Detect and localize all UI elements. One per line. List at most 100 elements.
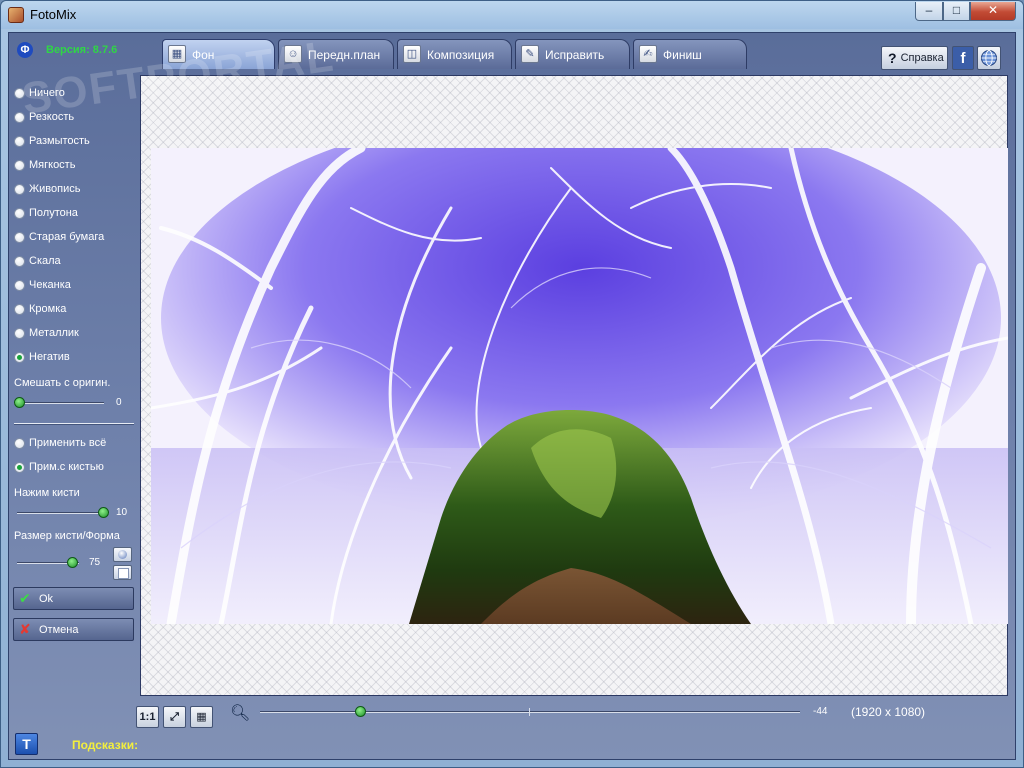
radio-selected-icon xyxy=(14,461,25,473)
effect-radio-rock[interactable]: Скала xyxy=(14,253,61,269)
brush-pressure-slider[interactable] xyxy=(17,507,109,519)
client-area: Φ Версия: 8.7.6 Ничего Резкость Размытос… xyxy=(8,31,1016,760)
text-icon: T xyxy=(22,736,31,752)
title-bar[interactable]: FotoMix – □ ✕ xyxy=(1,1,1023,29)
effect-label: Резкость xyxy=(29,111,75,123)
radio-icon xyxy=(14,87,25,99)
tab-label: Передн.план xyxy=(308,47,381,62)
effect-radio-old-paper[interactable]: Старая бумага xyxy=(14,229,104,245)
slider-thumb[interactable] xyxy=(98,507,109,518)
effect-radio-metallic[interactable]: Металлик xyxy=(14,325,79,341)
fotomix-logo-icon: Φ xyxy=(17,42,33,58)
effect-radio-soften[interactable]: Мягкость xyxy=(14,157,75,173)
help-button[interactable]: ? Справка xyxy=(881,46,948,70)
cancel-label: Отмена xyxy=(39,623,79,636)
effect-label: Металлик xyxy=(29,327,79,339)
tab-foreground[interactable]: ☺ Передн.план xyxy=(278,39,394,69)
effect-label: Размытость xyxy=(29,135,90,147)
fit-to-window-button[interactable]: ⤢ xyxy=(163,706,186,728)
brush-shape-square-button[interactable] xyxy=(113,565,132,580)
zoom-value: -44 xyxy=(813,706,828,717)
cross-icon: ✘ xyxy=(19,621,31,637)
slider-thumb[interactable] xyxy=(14,397,25,408)
brush-icon: ✎ xyxy=(521,45,539,63)
radio-icon xyxy=(14,111,25,123)
effect-label: Кромка xyxy=(29,303,67,315)
background-image-icon: ▦ xyxy=(168,45,186,63)
radio-icon xyxy=(14,279,25,291)
blend-slider[interactable] xyxy=(14,397,104,409)
apply-all-radio[interactable]: Применить всё xyxy=(14,435,106,451)
tab-composition[interactable]: ◫ Композиция xyxy=(397,39,512,69)
radio-icon xyxy=(14,437,25,449)
effect-radio-negative[interactable]: Негатив xyxy=(14,349,70,365)
slider-thumb[interactable] xyxy=(355,706,366,717)
magnifier-icon: 🔍︎ xyxy=(230,705,251,722)
apply-mode-label: Применить всё xyxy=(29,437,107,449)
question-mark-icon: ? xyxy=(888,50,897,66)
radio-icon xyxy=(14,183,25,195)
radio-icon xyxy=(14,255,25,267)
effect-radio-sharpen[interactable]: Резкость xyxy=(14,109,74,125)
image-dimensions: (1920 x 1080) xyxy=(851,705,926,719)
radio-selected-icon xyxy=(14,351,25,363)
website-button[interactable] xyxy=(977,46,1001,70)
zoom-slider[interactable] xyxy=(260,706,800,718)
brush-pressure-label: Нажим кисти xyxy=(14,487,80,499)
effect-radio-halftone[interactable]: Полутона xyxy=(14,205,78,221)
facebook-icon: f xyxy=(960,49,966,67)
effect-radio-blur[interactable]: Размытость xyxy=(14,133,90,149)
image-canvas[interactable] xyxy=(140,75,1008,696)
effect-label: Ничего xyxy=(29,87,65,99)
brush-shape-circle-button[interactable] xyxy=(113,547,132,562)
cancel-button[interactable]: ✘ Отмена xyxy=(13,618,134,641)
slider-thumb[interactable] xyxy=(67,557,78,568)
radio-icon xyxy=(14,159,25,171)
panel-divider xyxy=(14,423,134,425)
window-title: FotoMix xyxy=(30,7,77,22)
slider-track xyxy=(260,711,800,713)
globe-icon xyxy=(981,50,997,66)
effect-label: Негатив xyxy=(29,351,70,363)
radio-icon xyxy=(14,231,25,243)
apply-brush-radio[interactable]: Прим.с кистью xyxy=(14,459,104,475)
close-button[interactable]: ✕ xyxy=(970,2,1016,21)
ok-button[interactable]: ✔ Ok xyxy=(13,587,134,610)
grid-icon: ▦ xyxy=(196,711,207,723)
composition-icon: ◫ xyxy=(403,45,421,63)
brush-size-slider[interactable] xyxy=(17,557,79,569)
help-label: Справка xyxy=(900,52,944,64)
grid-toggle-button[interactable]: ▦ xyxy=(190,706,213,728)
finish-edit-icon: ✍ xyxy=(639,45,657,63)
tab-fix[interactable]: ✎ Исправить xyxy=(515,39,630,69)
tab-label: Финиш xyxy=(663,47,702,62)
slider-track xyxy=(14,402,104,404)
tab-label: Фон xyxy=(192,47,215,62)
app-window: FotoMix – □ ✕ Φ Версия: 8.7.6 Ничего Рез… xyxy=(0,0,1024,768)
effect-radio-emboss[interactable]: Чеканка xyxy=(14,277,71,293)
radio-icon xyxy=(14,303,25,315)
tab-finish[interactable]: ✍ Финиш xyxy=(633,39,747,69)
text-hints-button[interactable]: T xyxy=(15,733,38,755)
tab-background[interactable]: ▦ Фон xyxy=(162,39,275,69)
effect-label: Старая бумага xyxy=(29,231,105,243)
effect-label: Полутона xyxy=(29,207,78,219)
actual-size-button[interactable]: 1:1 xyxy=(136,706,159,728)
brush-size-label: Размер кисти/Форма xyxy=(14,530,120,542)
effect-label: Живопись xyxy=(29,183,81,195)
effect-radio-edge[interactable]: Кромка xyxy=(14,301,66,317)
minimize-button[interactable]: – xyxy=(915,2,943,21)
tab-label: Композиция xyxy=(427,47,495,62)
effect-radio-none[interactable]: Ничего xyxy=(14,85,65,101)
working-photo[interactable] xyxy=(151,148,1008,624)
apply-mode-label: Прим.с кистью xyxy=(29,461,104,473)
ok-label: Ok xyxy=(39,592,54,605)
radio-icon xyxy=(14,207,25,219)
facebook-button[interactable]: f xyxy=(952,46,974,70)
tab-label: Исправить xyxy=(545,47,605,62)
effect-radio-painting[interactable]: Живопись xyxy=(14,181,80,197)
version-label: Версия: 8.7.6 xyxy=(46,44,118,56)
brush-size-value: 75 xyxy=(89,557,101,568)
maximize-button[interactable]: □ xyxy=(943,2,970,21)
radio-icon xyxy=(14,327,25,339)
